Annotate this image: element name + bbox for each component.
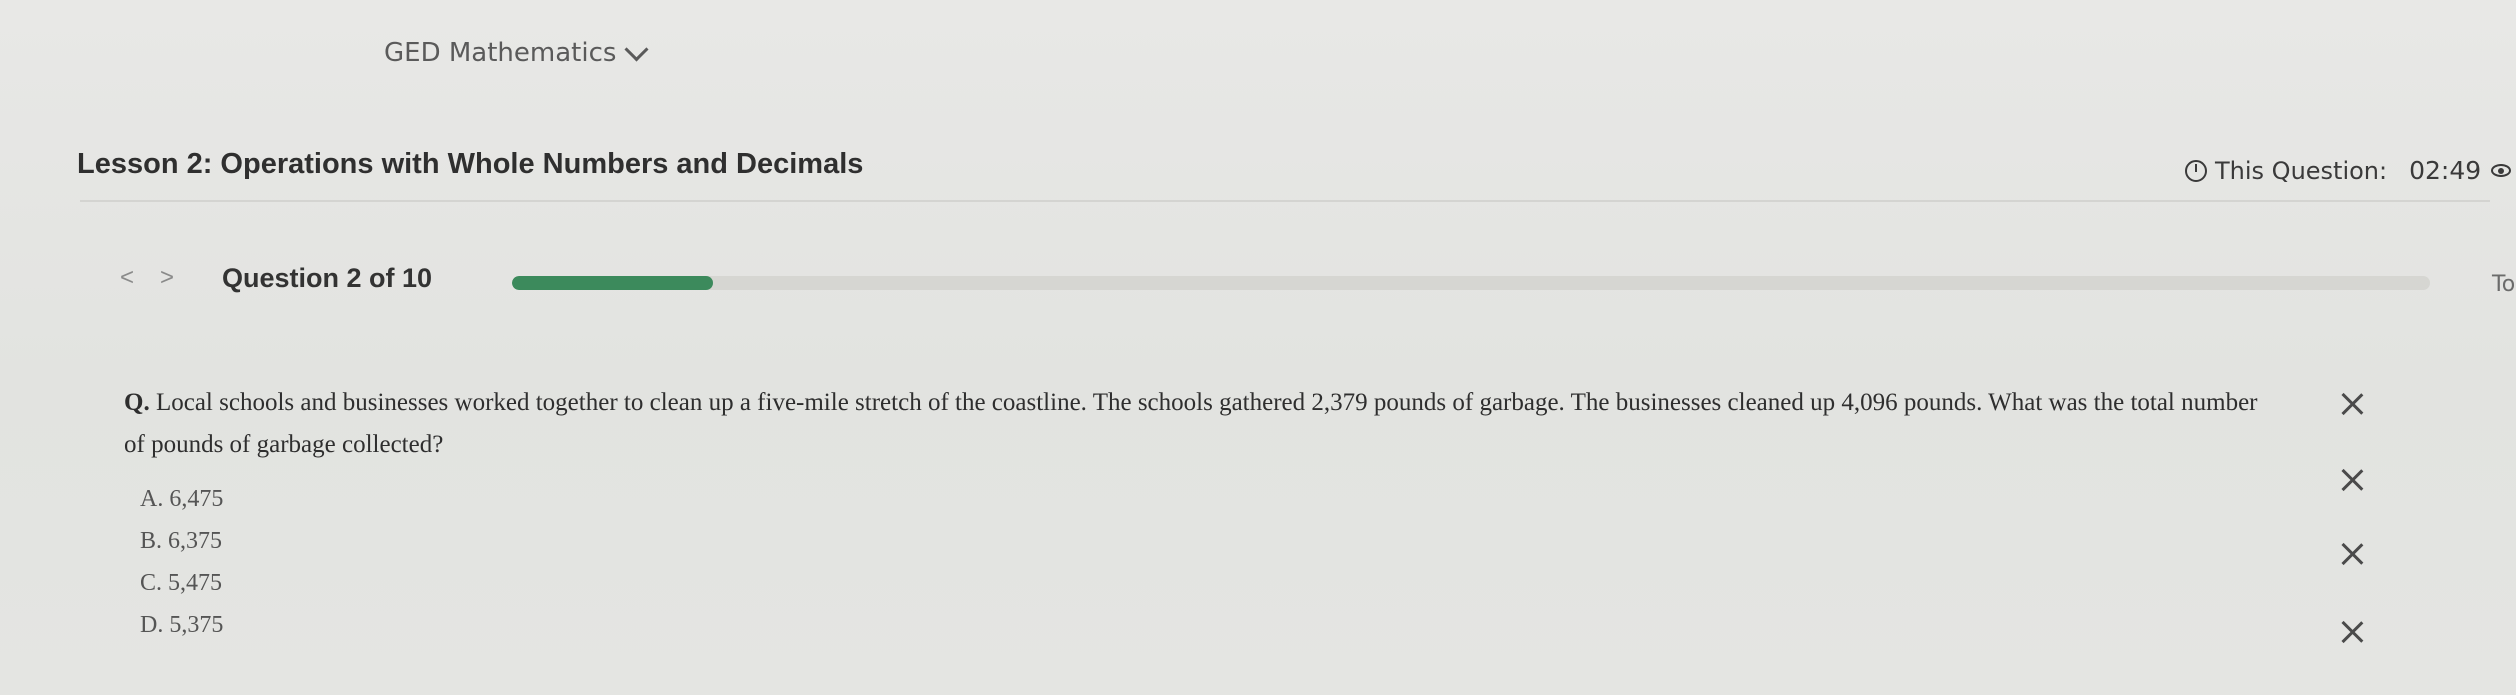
close-icon[interactable] bbox=[2340, 392, 2364, 416]
option-d[interactable]: D. 5,375 bbox=[140, 604, 223, 646]
previous-question-button[interactable]: < bbox=[120, 264, 134, 292]
answer-options: A. 6,475 B. 6,375 C. 5,475 D. 5,375 bbox=[140, 478, 223, 646]
course-selector[interactable]: GED Mathematics bbox=[384, 36, 649, 68]
option-letter: D. bbox=[140, 612, 164, 638]
course-title: GED Mathematics bbox=[384, 38, 617, 68]
timer-value: 02:49 bbox=[2409, 156, 2482, 185]
timer-label: This Question: bbox=[2215, 156, 2388, 185]
option-value: 6,375 bbox=[168, 528, 223, 554]
question-timer: This Question: 02:49 bbox=[2185, 156, 2512, 185]
question-prefix: Q. bbox=[124, 389, 150, 416]
option-b[interactable]: B. 6,375 bbox=[140, 520, 223, 562]
header-divider bbox=[80, 200, 2490, 202]
chevron-down-icon bbox=[624, 36, 649, 62]
option-letter: A. bbox=[140, 486, 164, 512]
option-value: 5,375 bbox=[169, 612, 224, 638]
close-icon[interactable] bbox=[2340, 468, 2364, 492]
progress-bar-fill bbox=[512, 276, 714, 290]
edge-text: To bbox=[2492, 272, 2516, 297]
next-question-button[interactable]: > bbox=[160, 264, 174, 292]
progress-bar bbox=[512, 276, 2430, 290]
question-counter: Question 2 of 10 bbox=[222, 263, 433, 293]
eye-icon[interactable] bbox=[2491, 164, 2512, 177]
option-value: 6,475 bbox=[169, 486, 224, 512]
option-a[interactable]: A. 6,475 bbox=[140, 478, 223, 520]
question-nav: < > bbox=[120, 264, 174, 292]
question-body: Local schools and businesses worked toge… bbox=[124, 389, 2258, 458]
option-value: 5,475 bbox=[168, 570, 223, 596]
option-c[interactable]: C. 5,475 bbox=[140, 562, 223, 604]
lesson-title: Lesson 2: Operations with Whole Numbers … bbox=[77, 148, 864, 180]
question-text: Q. Local schools and businesses worked t… bbox=[124, 382, 2284, 466]
option-letter: C. bbox=[140, 570, 163, 596]
timer-icon bbox=[2185, 159, 2207, 182]
close-icon[interactable] bbox=[2340, 620, 2364, 644]
close-icon[interactable] bbox=[2340, 542, 2364, 566]
option-letter: B. bbox=[140, 528, 163, 554]
